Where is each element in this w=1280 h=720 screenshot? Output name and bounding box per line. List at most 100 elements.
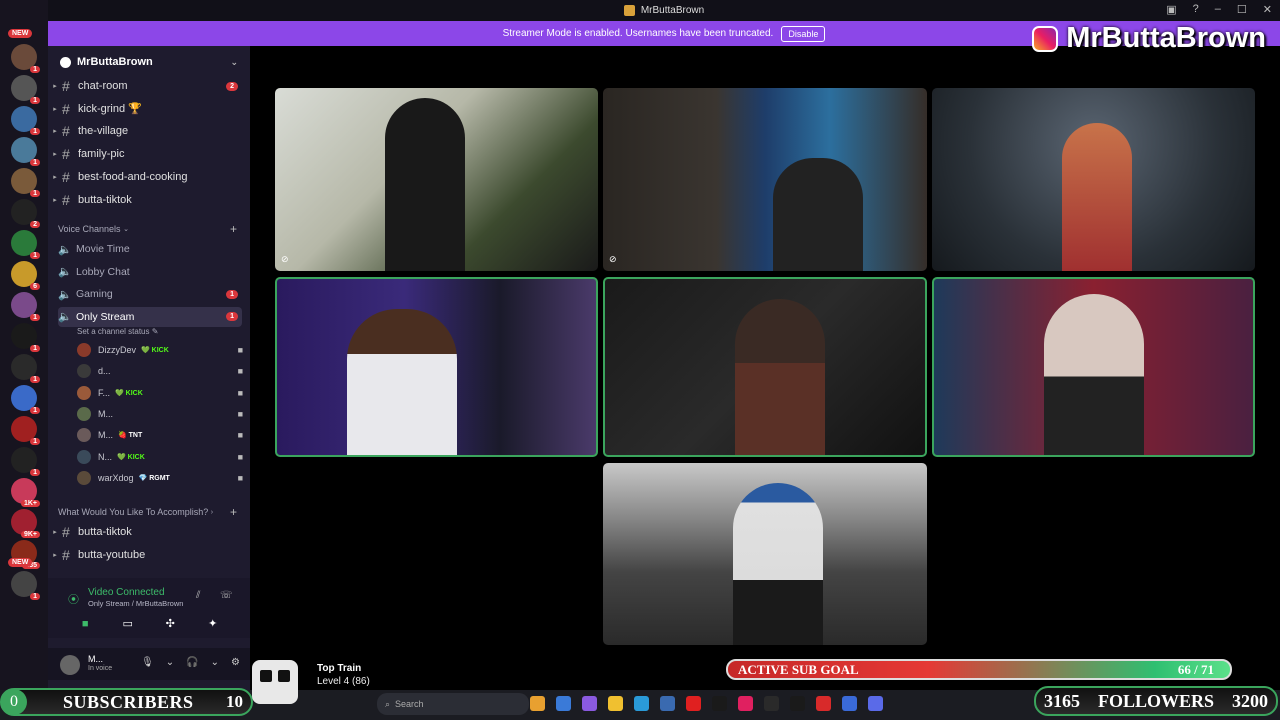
- app-icon[interactable]: [608, 696, 623, 711]
- disconnect-icon[interactable]: ☏: [220, 590, 233, 601]
- maximize-button[interactable]: ☐: [1237, 3, 1247, 16]
- server-icon[interactable]: 1: [11, 292, 40, 321]
- video-tile[interactable]: [603, 463, 927, 645]
- server-header[interactable]: MrButtaBrown ⌄: [48, 46, 250, 78]
- text-channel[interactable]: ▸ # best-food-and-cooking: [48, 167, 250, 187]
- add-channel-icon[interactable]: +: [230, 505, 237, 519]
- video-tile[interactable]: ⊘: [275, 88, 598, 271]
- chevron-down-icon: ⌄: [123, 226, 129, 233]
- text-channel[interactable]: ▸ # the-village: [48, 121, 250, 141]
- chevron-down-icon[interactable]: ⌄: [166, 657, 174, 668]
- help-icon[interactable]: ?: [1193, 3, 1199, 16]
- notification-badge: 9K+: [20, 531, 40, 538]
- app-icon[interactable]: [764, 696, 779, 711]
- server-icon[interactable]: 1: [11, 75, 40, 104]
- app-icon[interactable]: [816, 696, 831, 711]
- text-channel[interactable]: ▸ # butta-tiktok: [48, 522, 250, 542]
- voice-channel-name: Lobby Chat: [76, 265, 130, 278]
- server-icon[interactable]: 1: [11, 416, 40, 445]
- server-icon[interactable]: 9K+: [11, 509, 40, 538]
- user-tag: 💎 RGMT: [138, 474, 170, 482]
- video-tile[interactable]: ⊘: [603, 88, 927, 271]
- signal-icon: ⦿: [68, 594, 79, 606]
- category-accomplish[interactable]: What Would You Like To Accomplish? › +: [58, 505, 242, 519]
- search-input[interactable]: ⌕ Search: [377, 693, 529, 715]
- brand-name: MrButtaBrown: [1066, 22, 1266, 54]
- app-icon[interactable]: [712, 696, 727, 711]
- app-icon[interactable]: [530, 696, 545, 711]
- server-icon[interactable]: 1: [11, 571, 40, 600]
- text-channel[interactable]: ▸ # family-pic: [48, 144, 250, 164]
- server-icon[interactable]: 1: [11, 137, 40, 166]
- soundboard-icon[interactable]: ✦: [205, 616, 221, 632]
- server-icon[interactable]: 1: [11, 44, 40, 73]
- close-button[interactable]: ✕: [1263, 3, 1272, 16]
- channel-name: chat-room: [78, 80, 128, 92]
- app-icon[interactable]: [686, 696, 701, 711]
- server-icon[interactable]: 1: [11, 385, 40, 414]
- gear-icon[interactable]: ⚙: [231, 657, 240, 668]
- voice-channel[interactable]: 🔈 Movie Time: [58, 239, 242, 259]
- voice-user[interactable]: F... 💚 KICK ■: [77, 383, 247, 403]
- server-icon[interactable]: 1: [11, 106, 40, 135]
- server-icon[interactable]: 6: [11, 261, 40, 290]
- server-icon[interactable]: 1: [11, 447, 40, 476]
- participant-figure: [1044, 294, 1144, 455]
- disable-button[interactable]: Disable: [781, 25, 826, 42]
- screen-share-icon[interactable]: ▭: [120, 616, 136, 632]
- channel-name: best-food-and-cooking: [78, 170, 188, 183]
- voice-channel[interactable]: 🔈 Only Stream 1: [58, 306, 242, 327]
- app-icon[interactable]: [556, 696, 571, 711]
- video-tile[interactable]: [275, 277, 598, 457]
- server-icon[interactable]: 1: [11, 230, 40, 259]
- activities-icon[interactable]: ✣: [162, 616, 178, 632]
- minimize-button[interactable]: –: [1215, 3, 1221, 16]
- headphones-icon[interactable]: 🎧: [186, 657, 198, 668]
- voice-user[interactable]: warXdog 💎 RGMT ■: [77, 468, 247, 488]
- voice-user[interactable]: d... ■: [77, 361, 247, 381]
- text-channel[interactable]: ▸ # kick-grind 🏆: [48, 99, 250, 119]
- notification-badge: 1: [30, 345, 40, 352]
- voice-status[interactable]: Video Connected: [88, 587, 165, 598]
- chevron-down-icon: ⌄: [230, 56, 238, 67]
- camera-icon[interactable]: ■: [77, 616, 93, 632]
- server-icon[interactable]: 1: [11, 323, 40, 352]
- voice-user[interactable]: N... 💚 KICK ■: [77, 447, 247, 467]
- voice-user[interactable]: DizzyDev 💚 KICK ■: [77, 340, 247, 360]
- app-icon[interactable]: [634, 696, 649, 711]
- text-channel[interactable]: ▸ # butta-youtube: [48, 545, 250, 565]
- video-tile[interactable]: [603, 277, 927, 457]
- microphone-icon[interactable]: 🎙: [141, 657, 154, 668]
- app-icon[interactable]: [790, 696, 805, 711]
- server-icon[interactable]: 1K+: [11, 478, 40, 507]
- voice-user[interactable]: M... 🍓 TNT ■: [77, 425, 247, 445]
- noise-suppression-icon[interactable]: ⫽: [196, 590, 200, 601]
- video-icon: ■: [237, 345, 243, 355]
- voice-channel[interactable]: 🔈 Lobby Chat: [58, 262, 242, 282]
- text-channel[interactable]: ▸ # chat-room 2: [48, 76, 250, 96]
- voice-channel[interactable]: 🔈 Gaming 1: [58, 284, 242, 304]
- server-icon[interactable]: 1: [11, 168, 40, 197]
- chevron-down-icon[interactable]: ⌄: [211, 657, 219, 668]
- app-icon[interactable]: [738, 696, 753, 711]
- video-tile[interactable]: [932, 88, 1255, 271]
- avatar[interactable]: [60, 655, 80, 675]
- voice-category[interactable]: Voice Channels ⌄ +: [58, 222, 242, 236]
- app-icon[interactable]: [582, 696, 597, 711]
- chevron-right-icon: ▸: [53, 151, 57, 159]
- channel-name: family-pic: [78, 148, 125, 161]
- video-tile[interactable]: [932, 277, 1255, 457]
- inbox-icon[interactable]: ▣: [1166, 3, 1176, 16]
- add-channel-icon[interactable]: +: [230, 222, 237, 236]
- app-icon[interactable]: [660, 696, 675, 711]
- server-icon[interactable]: 2: [11, 199, 40, 228]
- followers-counter: 3165 FOLLOWERS 3200: [1034, 686, 1278, 716]
- train-title: Top Train: [317, 663, 362, 674]
- channel-status[interactable]: Set a channel status ✎: [77, 327, 158, 336]
- app-icon[interactable]: [868, 696, 883, 711]
- text-channel[interactable]: ▸ # butta-tiktok: [48, 190, 250, 210]
- server-icon[interactable]: 1: [11, 354, 40, 383]
- video-icon: ■: [237, 451, 243, 462]
- app-icon[interactable]: [842, 696, 857, 711]
- voice-user[interactable]: M... ■: [77, 404, 247, 424]
